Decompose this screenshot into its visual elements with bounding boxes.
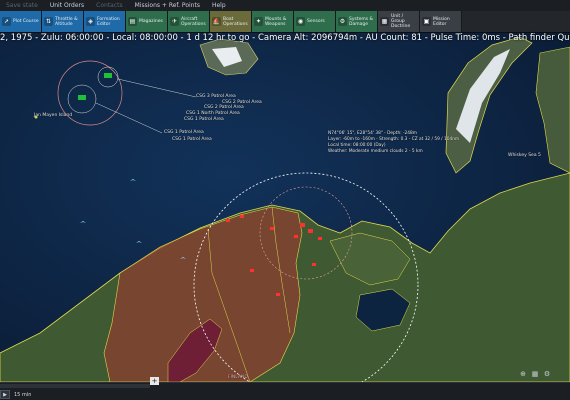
- aircraft-icon: ✈: [170, 17, 179, 26]
- sensors-button[interactable]: ◉ Sensors: [294, 11, 336, 32]
- throttle-altitude-button[interactable]: ⇅ Throttle & Altitude: [42, 11, 84, 32]
- magazines-button[interactable]: ▤ Magazines: [126, 11, 168, 32]
- patrol-area-label-5: CSG 1 Patrol Area: [164, 130, 204, 135]
- throttle-icon: ⇅: [44, 17, 53, 26]
- jan-mayen-label: Jan Mayen Island: [34, 113, 73, 118]
- map-hover-info: N74°06' 15", E28°54' 38" - Depth: -248m …: [328, 131, 459, 155]
- throttle-label: Throttle & Altitude: [55, 16, 78, 27]
- boat-icon: ⛵: [212, 17, 221, 26]
- magazines-label: Magazines: [139, 19, 163, 24]
- mission-editor-button[interactable]: ▣ Mission Editor: [420, 11, 462, 32]
- expand-button[interactable]: +: [150, 377, 159, 385]
- sensors-icon: ◉: [296, 17, 305, 26]
- plot-course-label: Plot Course: [13, 19, 39, 24]
- patrol-area-label-3: CSG 1 North Patrol Area: [186, 111, 240, 116]
- toolbar: ➚ Plot Course ⇅ Throttle & Altitude ◈ Fo…: [0, 11, 570, 33]
- magazine-icon: ▤: [128, 17, 137, 26]
- patrol-area-label-1: CSG 3 Patrol Area: [196, 94, 236, 99]
- map-tools: ⊕ ▦ ⚙: [519, 370, 551, 378]
- aircraft-operations-button[interactable]: ✈ Aircraft Operations: [168, 11, 210, 32]
- systems-label: Systems & Damage: [349, 16, 374, 27]
- aircraft-label: Aircraft Operations: [181, 16, 206, 27]
- zoom-icon[interactable]: ⊕: [519, 370, 527, 378]
- menu-save-state[interactable]: Save state: [6, 2, 38, 9]
- settings-icon[interactable]: ⚙: [543, 370, 551, 378]
- time-controls: ▶ 15 min: [0, 390, 31, 399]
- layers-icon[interactable]: ▦: [531, 370, 539, 378]
- map-canvas: [0, 33, 570, 382]
- time-step-label[interactable]: 15 min: [14, 392, 31, 398]
- menu-bar: Save state Unit Orders Contacts Missions…: [0, 0, 570, 11]
- patrol-area-label-6: CSG 1 Patrol Area: [172, 137, 212, 142]
- mounts-label: Mounts & Weapons: [265, 16, 287, 27]
- formation-label: Formation Editor: [97, 16, 120, 27]
- systems-damage-button[interactable]: ⚙ Systems & Damage: [336, 11, 378, 32]
- status-line: 2, 1975 - Zulu: 06:00:00 - Local: 08:00:…: [0, 33, 570, 43]
- mounts-weapons-button[interactable]: ✦ Mounts & Weapons: [252, 11, 294, 32]
- doctrine-label: Unit / Group Doctrine: [391, 14, 411, 29]
- time-progress-bar: [0, 384, 150, 388]
- systems-icon: ⚙: [338, 17, 347, 26]
- finland-label: FINLAND: [228, 375, 248, 380]
- patrol-area-label-7: CSG 2 Patrol Area: [204, 105, 244, 110]
- menu-missions[interactable]: Missions + Ref. Points: [135, 2, 200, 9]
- patrol-area-label-4: CSG 1 Patrol Area: [184, 117, 224, 122]
- doctrine-button[interactable]: ▦ Unit / Group Doctrine: [378, 11, 420, 32]
- tactical-map[interactable]: Jan Mayen Island CSG 3 Patrol Area CSG 2…: [0, 33, 570, 382]
- doctrine-icon: ▦: [380, 17, 389, 26]
- menu-contacts[interactable]: Contacts: [96, 2, 122, 9]
- mission-editor-label: Mission Editor: [433, 16, 450, 27]
- mission-icon: ▣: [422, 17, 431, 26]
- boat-operations-button[interactable]: ⛵ Boat Operations: [210, 11, 252, 32]
- formation-editor-button[interactable]: ◈ Formation Editor: [84, 11, 126, 32]
- formation-icon: ◈: [86, 17, 95, 26]
- menu-help[interactable]: Help: [212, 2, 226, 9]
- menu-unit-orders[interactable]: Unit Orders: [50, 2, 84, 9]
- plot-course-icon: ➚: [2, 17, 11, 26]
- info-weather: Weather: Moderate medium clouds 2 - 5 km: [328, 149, 423, 154]
- boat-label: Boat Operations: [223, 16, 248, 27]
- play-button[interactable]: ▶: [0, 390, 10, 399]
- sea-area-label: Whiskey Sea 5: [508, 153, 541, 158]
- plot-course-button[interactable]: ➚ Plot Course: [0, 11, 42, 32]
- sensors-label: Sensors: [307, 19, 325, 24]
- mounts-icon: ✦: [254, 17, 263, 26]
